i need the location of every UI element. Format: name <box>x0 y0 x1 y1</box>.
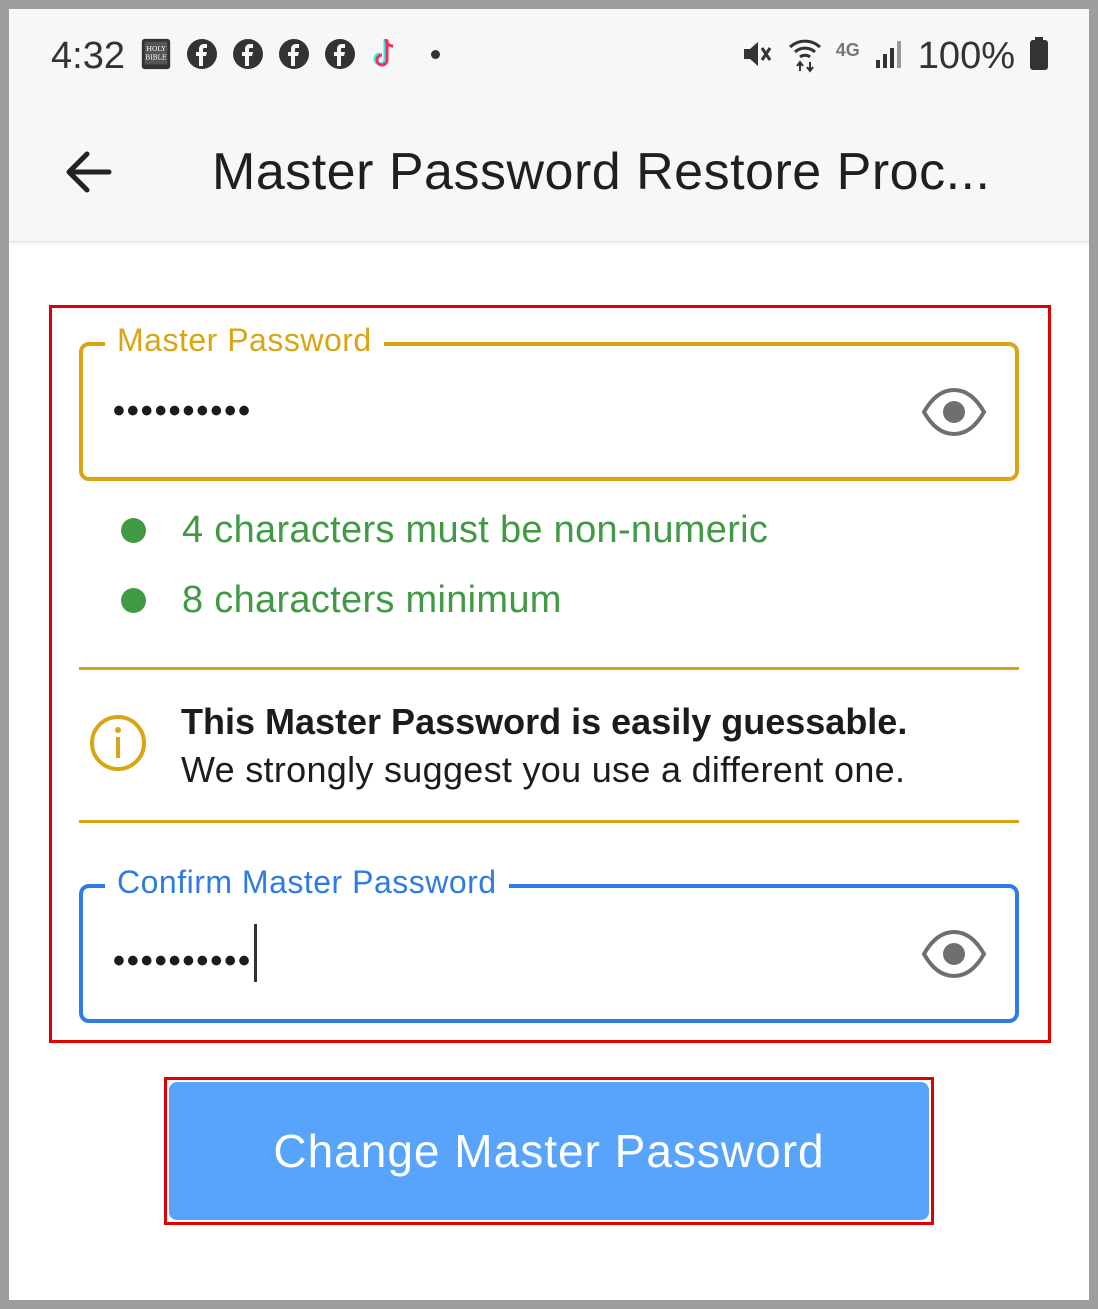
more-notifications-dot <box>431 49 440 59</box>
status-time: 4:32 <box>51 35 125 77</box>
rule-text: 4 characters must be non-numeric <box>182 509 769 551</box>
warning-divider-bottom <box>79 820 1019 823</box>
confirm-password-label: Confirm Master Password <box>105 864 509 901</box>
info-icon <box>89 714 147 772</box>
mute-icon <box>740 37 774 76</box>
facebook-icon <box>277 37 311 71</box>
phone-screen: 4:32 HOLY BIBLE 4G 100% Master Password … <box>9 9 1089 1300</box>
eye-icon[interactable] <box>921 382 987 442</box>
master-password-value[interactable]: •••••••••• <box>113 392 252 431</box>
back-arrow-icon[interactable] <box>59 142 119 202</box>
eye-icon[interactable] <box>921 924 987 984</box>
tiktok-icon <box>369 37 403 71</box>
password-rule-non-numeric: 4 characters must be non-numeric <box>121 509 768 552</box>
facebook-icon <box>185 37 219 71</box>
master-password-label: Master Password <box>105 322 384 359</box>
facebook-icon <box>231 37 265 71</box>
svg-text:BIBLE: BIBLE <box>145 54 167 62</box>
holy-bible-app-icon: HOLY BIBLE <box>139 37 173 71</box>
svg-text:HOLY: HOLY <box>146 45 166 53</box>
password-rule-minimum: 8 characters minimum <box>121 579 562 622</box>
notification-icons: HOLY BIBLE <box>139 37 440 71</box>
warning-title: This Master Password is easily guessable… <box>181 701 908 742</box>
rule-ok-dot-icon <box>121 518 146 543</box>
confirm-password-field[interactable]: Confirm Master Password •••••••••• <box>79 864 1019 1023</box>
network-type-icon: 4G <box>835 40 860 60</box>
system-icons: 4G 100% <box>740 35 1049 78</box>
change-master-password-button[interactable]: Change Master Password <box>169 1082 929 1220</box>
battery-icon <box>1029 37 1049 76</box>
status-bar: 4:32 HOLY BIBLE 4G 100% <box>9 9 1089 104</box>
confirm-password-value[interactable]: •••••••••• <box>113 924 258 992</box>
warning-body: We strongly suggest you use a different … <box>181 749 906 790</box>
text-cursor <box>254 924 258 982</box>
page-title: Master Password Restore Proc... <box>212 143 991 201</box>
battery-percentage: 100% <box>917 35 1015 77</box>
warning-divider-top <box>79 667 1019 670</box>
rule-ok-dot-icon <box>121 588 146 613</box>
wifi-icon <box>788 35 822 78</box>
signal-icon <box>874 38 904 75</box>
facebook-icon <box>323 37 357 71</box>
app-bar: Master Password Restore Proc... <box>9 104 1089 242</box>
master-password-field[interactable]: Master Password •••••••••• <box>79 322 1019 481</box>
rule-text: 8 characters minimum <box>182 579 562 621</box>
